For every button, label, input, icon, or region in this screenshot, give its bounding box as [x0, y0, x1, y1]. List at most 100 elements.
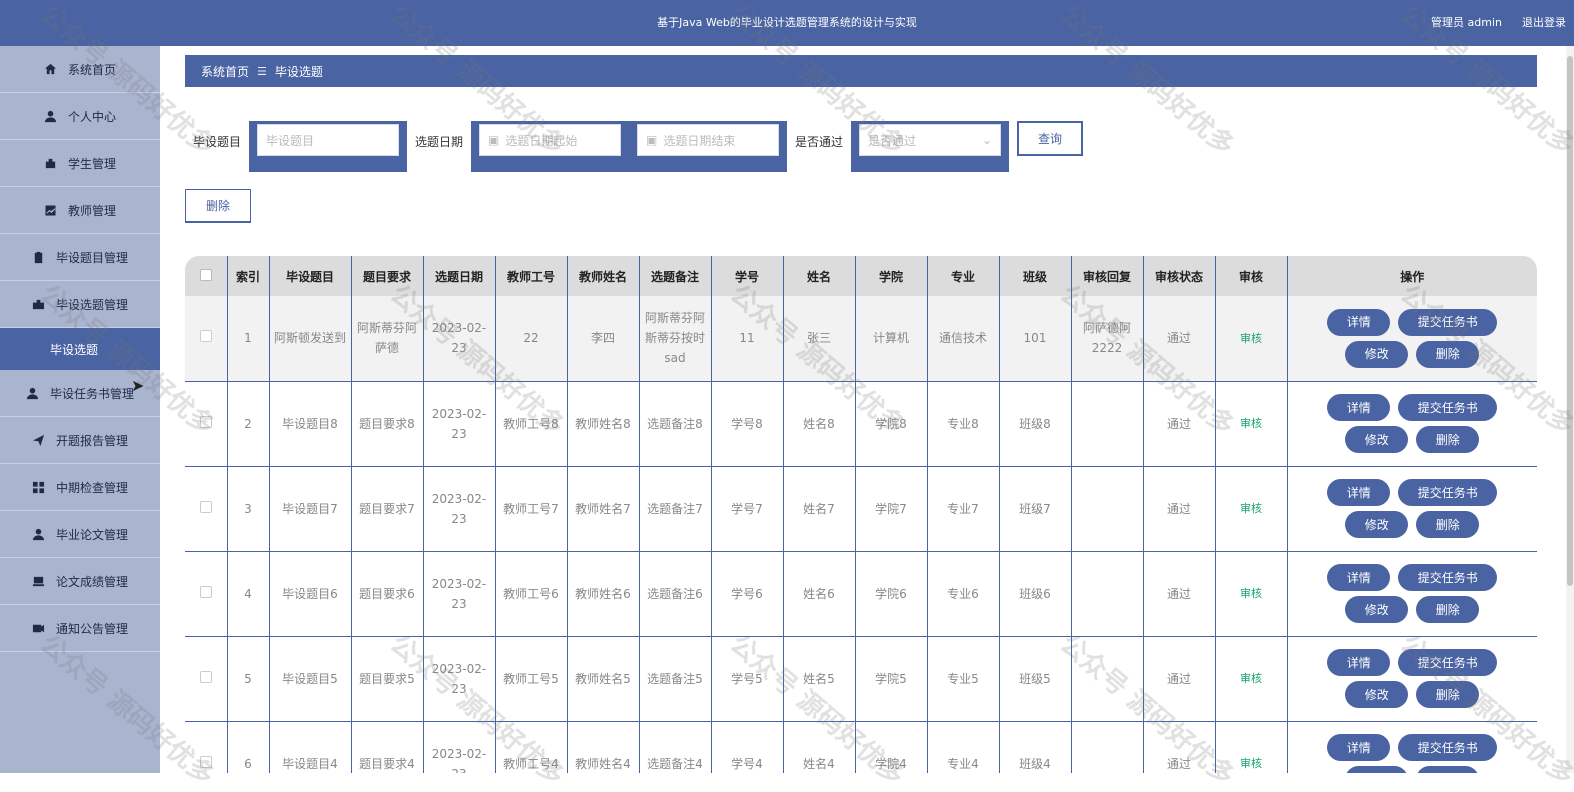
submit-task-button[interactable]: 提交任务书 [1398, 394, 1498, 421]
cell-tno: 22 [495, 296, 568, 382]
page-scrollbar[interactable] [1566, 46, 1574, 773]
select-all-checkbox[interactable] [199, 268, 212, 281]
cell-tname: 教师姓名4 [567, 721, 640, 773]
query-button[interactable]: 查询 [1017, 121, 1084, 156]
submit-task-button[interactable]: 提交任务书 [1398, 564, 1498, 591]
sidebar-item-4[interactable]: 教师管理 [0, 187, 160, 234]
row-checkbox[interactable] [199, 330, 212, 343]
submit-task-button[interactable]: 提交任务书 [1398, 308, 1498, 336]
sidebar-item-2[interactable]: 个人中心 [0, 93, 160, 140]
cell-cls: 班级5 [999, 636, 1072, 722]
student-icon [44, 156, 58, 170]
title-filter-input[interactable]: 毕设题目 [257, 124, 400, 156]
logout-link[interactable]: 退出登录 [1522, 14, 1566, 30]
clipboard-icon [32, 250, 46, 264]
calendar-icon: ▣ [488, 133, 500, 147]
sidebar-item-12[interactable]: 通知公告管理 [0, 605, 160, 652]
edit-button[interactable]: 修改 [1345, 681, 1409, 708]
cell-tno: 教师工号6 [495, 551, 568, 637]
column-header: 索引 [227, 256, 270, 296]
cell-index: 6 [227, 721, 270, 773]
detail-button[interactable]: 详情 [1327, 308, 1391, 336]
audit-link[interactable]: 审核 [1240, 757, 1262, 770]
cell-sname: 姓名8 [783, 381, 856, 467]
sidebar-item-6[interactable]: 毕设选题管理 [0, 281, 160, 328]
column-header: 审核回复 [1071, 256, 1144, 296]
cell-status: 通过 [1143, 721, 1216, 773]
date-end-input[interactable]: ▣ 选题日期结束 [637, 124, 780, 156]
date-end-placeholder: 选题日期结束 [663, 133, 736, 148]
sidebar-item-label: 中期检查管理 [55, 480, 128, 495]
delete-button[interactable]: 删除 [1416, 511, 1480, 538]
column-header: 审核状态 [1143, 256, 1216, 296]
cell-college: 学院5 [855, 636, 928, 722]
delete-button[interactable]: 删除 [1416, 340, 1480, 368]
edit-button[interactable]: 修改 [1345, 511, 1409, 538]
sidebar-item-9[interactable]: 中期检查管理 [0, 464, 160, 511]
cell-college: 学院8 [855, 381, 928, 467]
delete-button[interactable]: 删除 [1416, 766, 1480, 773]
date-start-input[interactable]: ▣ 选题日期起始 [479, 124, 622, 156]
edit-button[interactable]: 修改 [1345, 766, 1409, 773]
cell-date: 2023-02-23 [423, 636, 496, 722]
submit-task-button[interactable]: 提交任务书 [1398, 734, 1498, 761]
row-checkbox[interactable] [199, 500, 212, 513]
scrollbar-thumb[interactable] [1567, 56, 1573, 586]
submit-task-button[interactable]: 提交任务书 [1398, 649, 1498, 676]
user-icon [26, 386, 40, 400]
detail-button[interactable]: 详情 [1327, 479, 1391, 506]
edit-button[interactable]: 修改 [1345, 596, 1409, 623]
cell-reply [1071, 636, 1144, 722]
table-row: 6毕设题目4题目要求42023-02-23教师工号4教师姓名4选题备注4学号4姓… [185, 721, 1537, 773]
detail-button[interactable]: 详情 [1327, 394, 1391, 421]
sidebar-item-label: 系统首页 [67, 62, 116, 77]
table-row: 1 阿斯顿发送到 阿斯蒂芬阿萨德 2023-02-23 22 李四 阿斯蒂芬阿斯蒂芬按时sa… [185, 296, 1537, 382]
cell-major: 通信技术 [927, 296, 1000, 382]
delete-button[interactable]: 删除 [1416, 596, 1480, 623]
audit-link[interactable]: 审核 [1240, 672, 1262, 685]
sidebar-item-5[interactable]: 毕设题目管理 [0, 234, 160, 281]
column-header: 班级 [999, 256, 1072, 296]
row-checkbox[interactable] [199, 755, 212, 768]
sidebar-item-10[interactable]: 毕业论文管理 [0, 511, 160, 558]
select-all-cell [185, 256, 228, 296]
main-content: 系统首页 ☰ 毕设选题 毕设题目 毕设题目 选题日期 ▣ 选题日期起始 ▣ 选题日期… [160, 46, 1574, 773]
cell-tname: 教师姓名5 [567, 636, 640, 722]
delete-button[interactable]: 删除 [1416, 426, 1480, 453]
cell-title: 毕设题目6 [269, 551, 352, 637]
delete-button[interactable]: 删除 [1416, 681, 1480, 708]
sidebar-subitem-active[interactable]: 毕设选题 [0, 328, 160, 370]
cell-college: 学院6 [855, 551, 928, 637]
breadcrumb-home[interactable]: 系统首页 [201, 63, 249, 80]
table-row: 4 毕设题目6 题目要求6 2023-02-23 教师工号6 教师姓名6 选题备注6 学号6 姓… [185, 551, 1537, 637]
pass-filter-select[interactable]: 是否通过 ⌄ [859, 124, 1002, 156]
table-row: 2 毕设题目8 题目要求8 2023-02-23 教师工号8 教师姓名8 选题备注8 学号8 姓… [185, 381, 1537, 467]
mouse-cursor-icon: ➤ [131, 376, 145, 395]
edit-button[interactable]: 修改 [1345, 426, 1409, 453]
submit-task-button[interactable]: 提交任务书 [1398, 479, 1498, 506]
cell-index: 1 [227, 296, 270, 382]
audit-link[interactable]: 审核 [1240, 587, 1262, 600]
audit-link[interactable]: 审核 [1240, 502, 1262, 515]
camera-icon [32, 621, 46, 635]
sidebar-item-3[interactable]: 学生管理 [0, 140, 160, 187]
row-checkbox[interactable] [199, 415, 212, 428]
audit-link[interactable]: 审核 [1240, 332, 1262, 345]
sidebar-item-8[interactable]: 开题报告管理 [0, 417, 160, 464]
edit-button[interactable]: 修改 [1345, 340, 1409, 368]
row-select-cell [185, 381, 228, 467]
column-header: 审核 [1215, 256, 1288, 296]
detail-button[interactable]: 详情 [1327, 649, 1391, 676]
cell-tno: 教师工号5 [495, 636, 568, 722]
cell-college: 学院4 [855, 721, 928, 773]
audit-link[interactable]: 审核 [1240, 417, 1262, 430]
detail-button[interactable]: 详情 [1327, 564, 1391, 591]
cell-cls: 班级4 [999, 721, 1072, 773]
sidebar-item-11[interactable]: 论文成绩管理 [0, 558, 160, 605]
detail-button[interactable]: 详情 [1327, 734, 1391, 761]
sidebar-item-1[interactable]: 系统首页 [0, 46, 160, 93]
title-filter-placeholder: 毕设题目 [266, 133, 315, 148]
batch-delete-button[interactable]: 删除 [185, 189, 251, 223]
row-checkbox[interactable] [199, 670, 212, 683]
row-checkbox[interactable] [199, 585, 212, 598]
